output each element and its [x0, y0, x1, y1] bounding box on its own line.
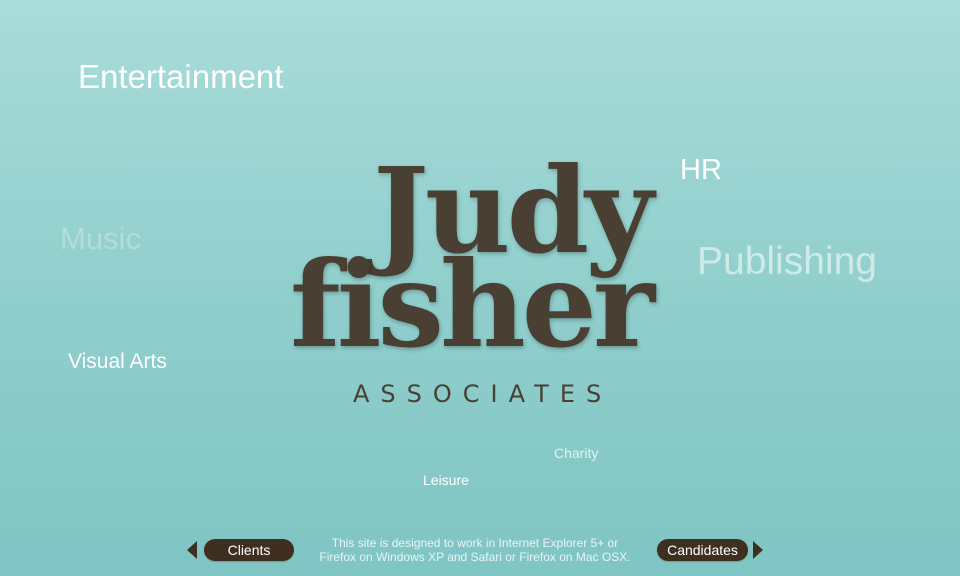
- notice-line-2: Firefox on Windows XP and Safari or Fire…: [319, 550, 631, 564]
- triangle-right-icon[interactable]: [753, 541, 763, 559]
- category-entertainment-link[interactable]: Entertainment: [78, 58, 283, 96]
- clients-button[interactable]: Clients: [204, 539, 294, 561]
- category-charity-link[interactable]: Charity: [554, 445, 598, 461]
- logo-name-fisher: fisher: [290, 235, 655, 374]
- category-hr-link[interactable]: HR: [680, 154, 722, 187]
- notice-line-1: This site is designed to work in Interne…: [331, 536, 619, 550]
- triangle-left-icon[interactable]: [187, 541, 197, 559]
- category-music-link[interactable]: Music: [60, 221, 141, 257]
- candidates-button[interactable]: Candidates: [657, 539, 748, 561]
- category-leisure-link[interactable]: Leisure: [423, 472, 469, 488]
- logo-subtitle: ASSOCIATES: [353, 380, 613, 408]
- company-logo: Judy fisher ASSOCIATES: [285, 146, 685, 413]
- category-visual-arts-link[interactable]: Visual Arts: [68, 350, 167, 374]
- browser-compatibility-notice: This site is designed to work in Interne…: [300, 536, 650, 564]
- category-publishing-link[interactable]: Publishing: [697, 240, 877, 284]
